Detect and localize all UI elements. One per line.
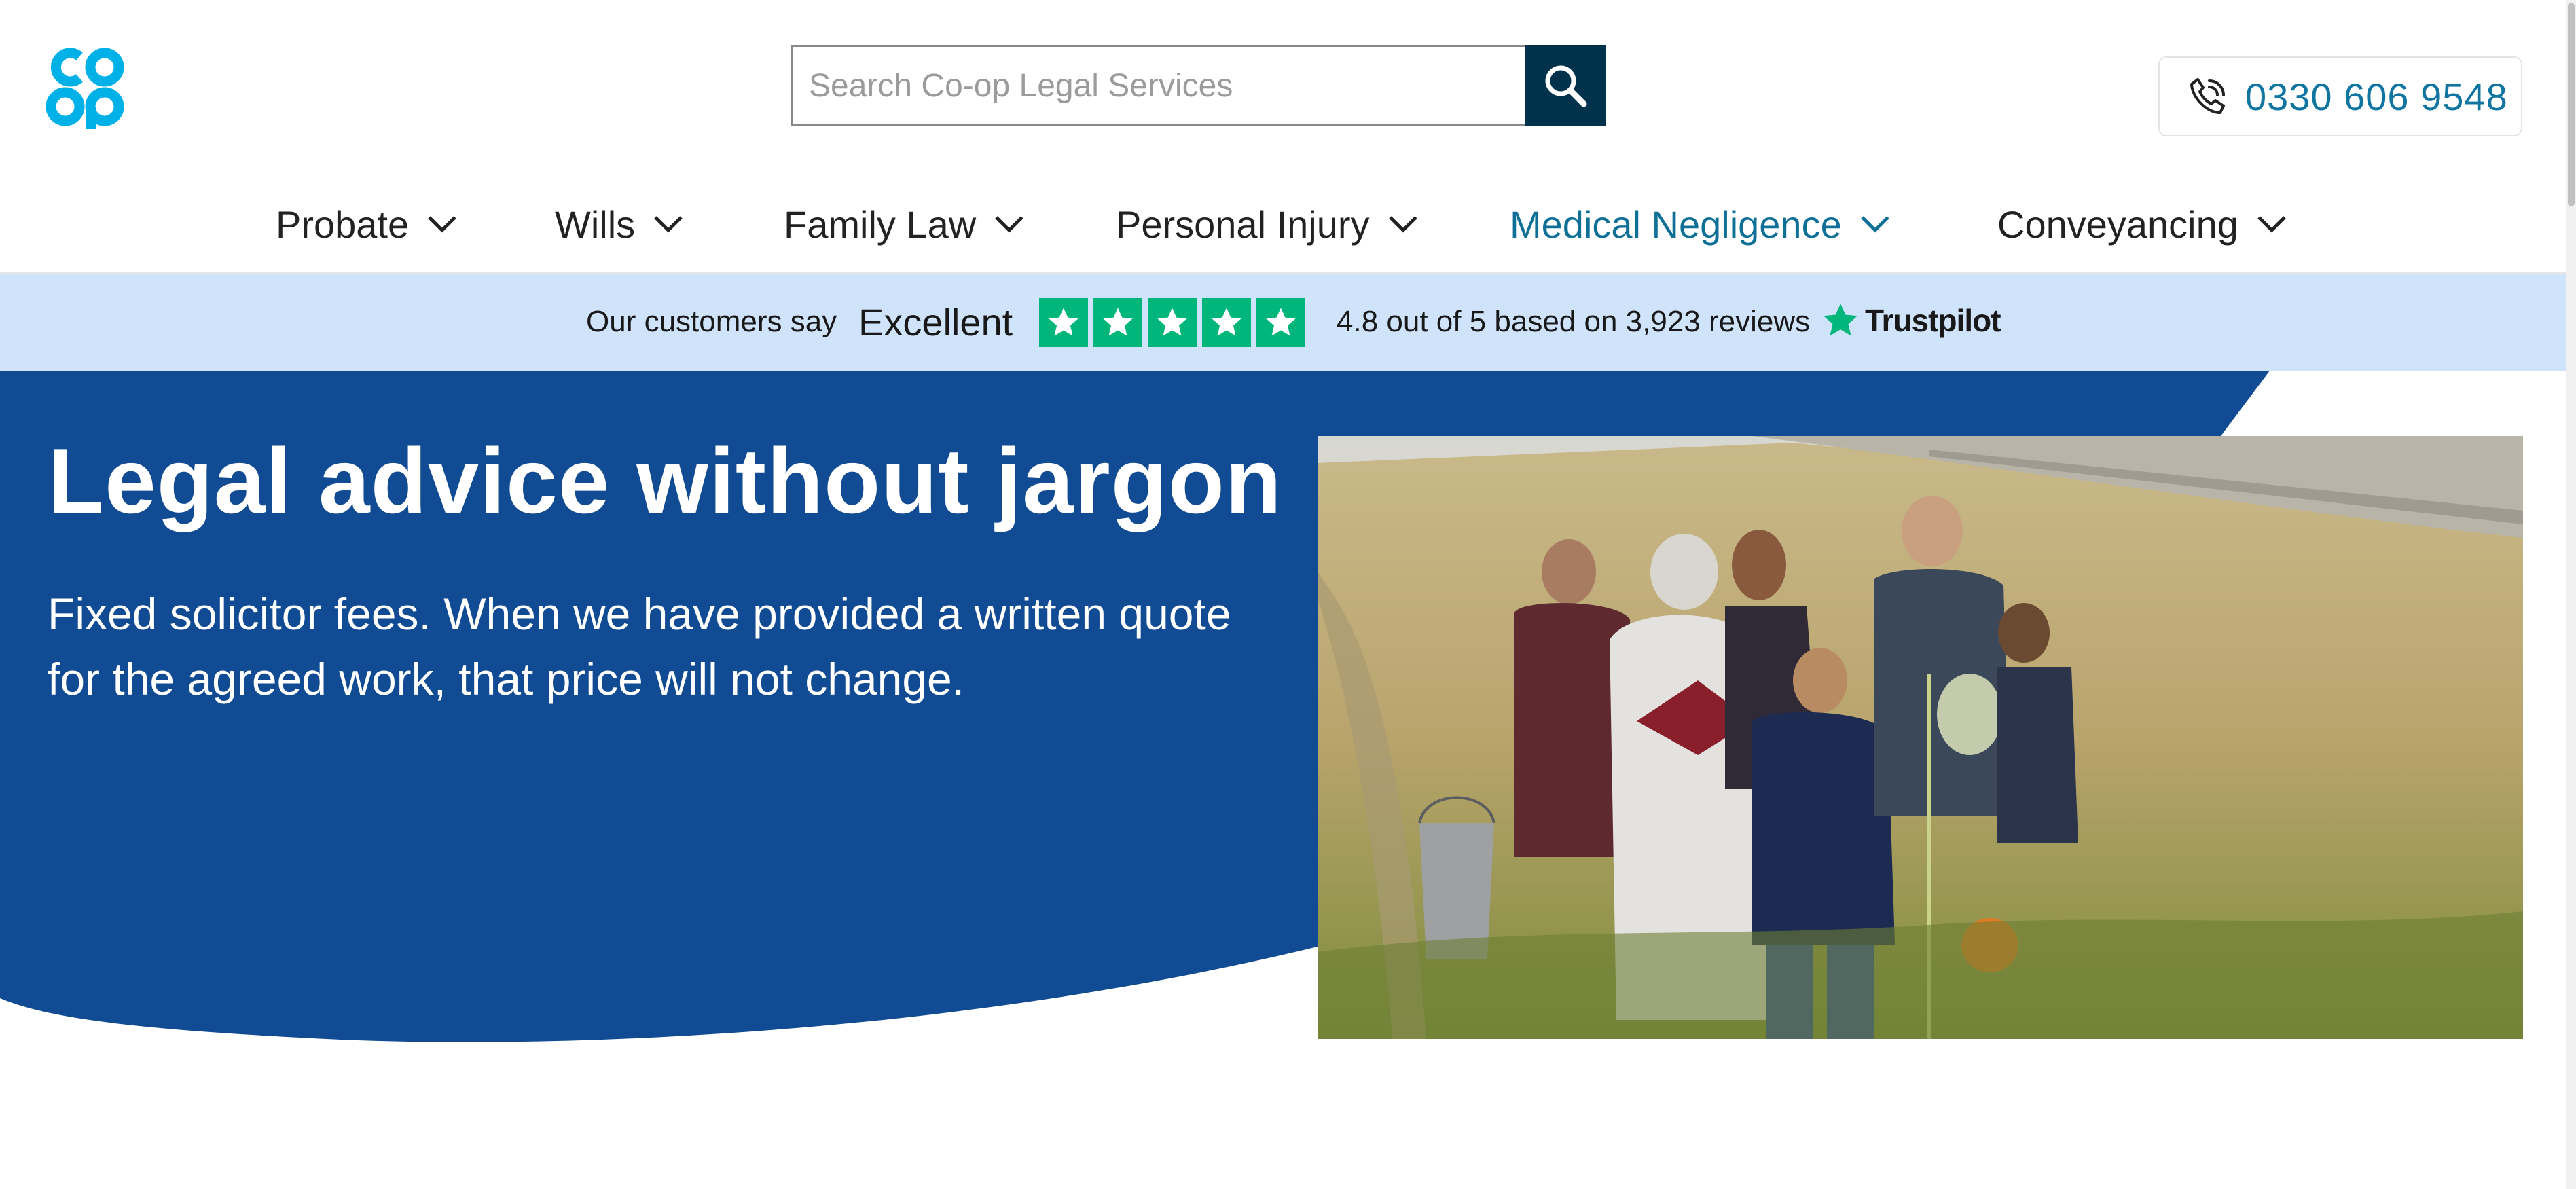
nav-item-label: Personal Injury [1116,202,1370,246]
chevron-down-icon [654,216,683,233]
search-icon [1545,65,1587,107]
hero-subtitle: Fixed solicitor fees. When we have provi… [48,589,1231,704]
nav-item-conveyancing[interactable]: Conveyancing [1997,197,2287,251]
logo-letter-o-bottom [46,87,85,126]
star-icon [1039,298,1088,347]
scrollbar-thumb[interactable] [2568,3,2575,206]
nav-item-probate[interactable]: Probate [276,197,458,251]
trustpilot-logo: Trustpilot [1820,300,2001,341]
chevron-down-icon [2257,216,2286,233]
star-icon [1148,298,1197,347]
trustpilot-intro: Our customers say [586,305,837,338]
trustpilot-summary: 4.8 out of 5 based on 3,923 reviews [1337,305,1811,338]
trustpilot-stars [1039,298,1305,347]
star-icon [1093,298,1142,347]
chevron-down-icon [1860,216,1889,233]
nav-item-label: Medical Negligence [1510,202,1842,246]
search-input[interactable] [791,45,1525,126]
star-icon [1256,298,1305,347]
phone-contact[interactable]: 0330 606 9548 [2158,56,2522,136]
logo-letter-c [50,48,83,87]
nav-item-medical-negligence[interactable]: Medical Negligence [1510,197,1891,251]
trustpilot-star-icon [1824,304,1857,336]
chevron-down-icon [995,216,1023,233]
trustpilot-widget[interactable]: Our customers say Excellent 4.8 out of 5… [0,274,2576,371]
page-scrollbar[interactable] [2566,0,2576,1189]
phone-icon [2190,78,2225,114]
hero-title: Legal advice without jargon [48,429,1282,532]
nav-item-label: Conveyancing [1997,202,2238,246]
chevron-down-icon [428,216,456,233]
phone-number-link[interactable]: 0330 606 9548 [2245,75,2508,119]
nav-item-family-law[interactable]: Family Law [784,197,1025,251]
hero-family-photo [1318,436,2523,1039]
search-form [791,45,1606,126]
search-button[interactable] [1525,45,1606,126]
main-nav: Probate Wills Family Law Personal Injury… [0,197,2576,251]
nav-item-wills[interactable]: Wills [555,197,684,251]
nav-item-label: Family Law [784,202,977,246]
logo-letter-p-stem [86,107,96,129]
chevron-down-icon [1388,216,1417,233]
trustpilot-rating-word: Excellent [858,301,1013,344]
nav-item-label: Wills [555,202,636,246]
nav-item-label: Probate [276,202,410,246]
nav-item-personal-injury[interactable]: Personal Injury [1116,197,1419,251]
star-icon [1202,298,1251,347]
trustpilot-brand: Trustpilot [1865,303,2001,338]
logo-letter-o-top [85,48,124,87]
coop-logo[interactable] [45,45,126,129]
